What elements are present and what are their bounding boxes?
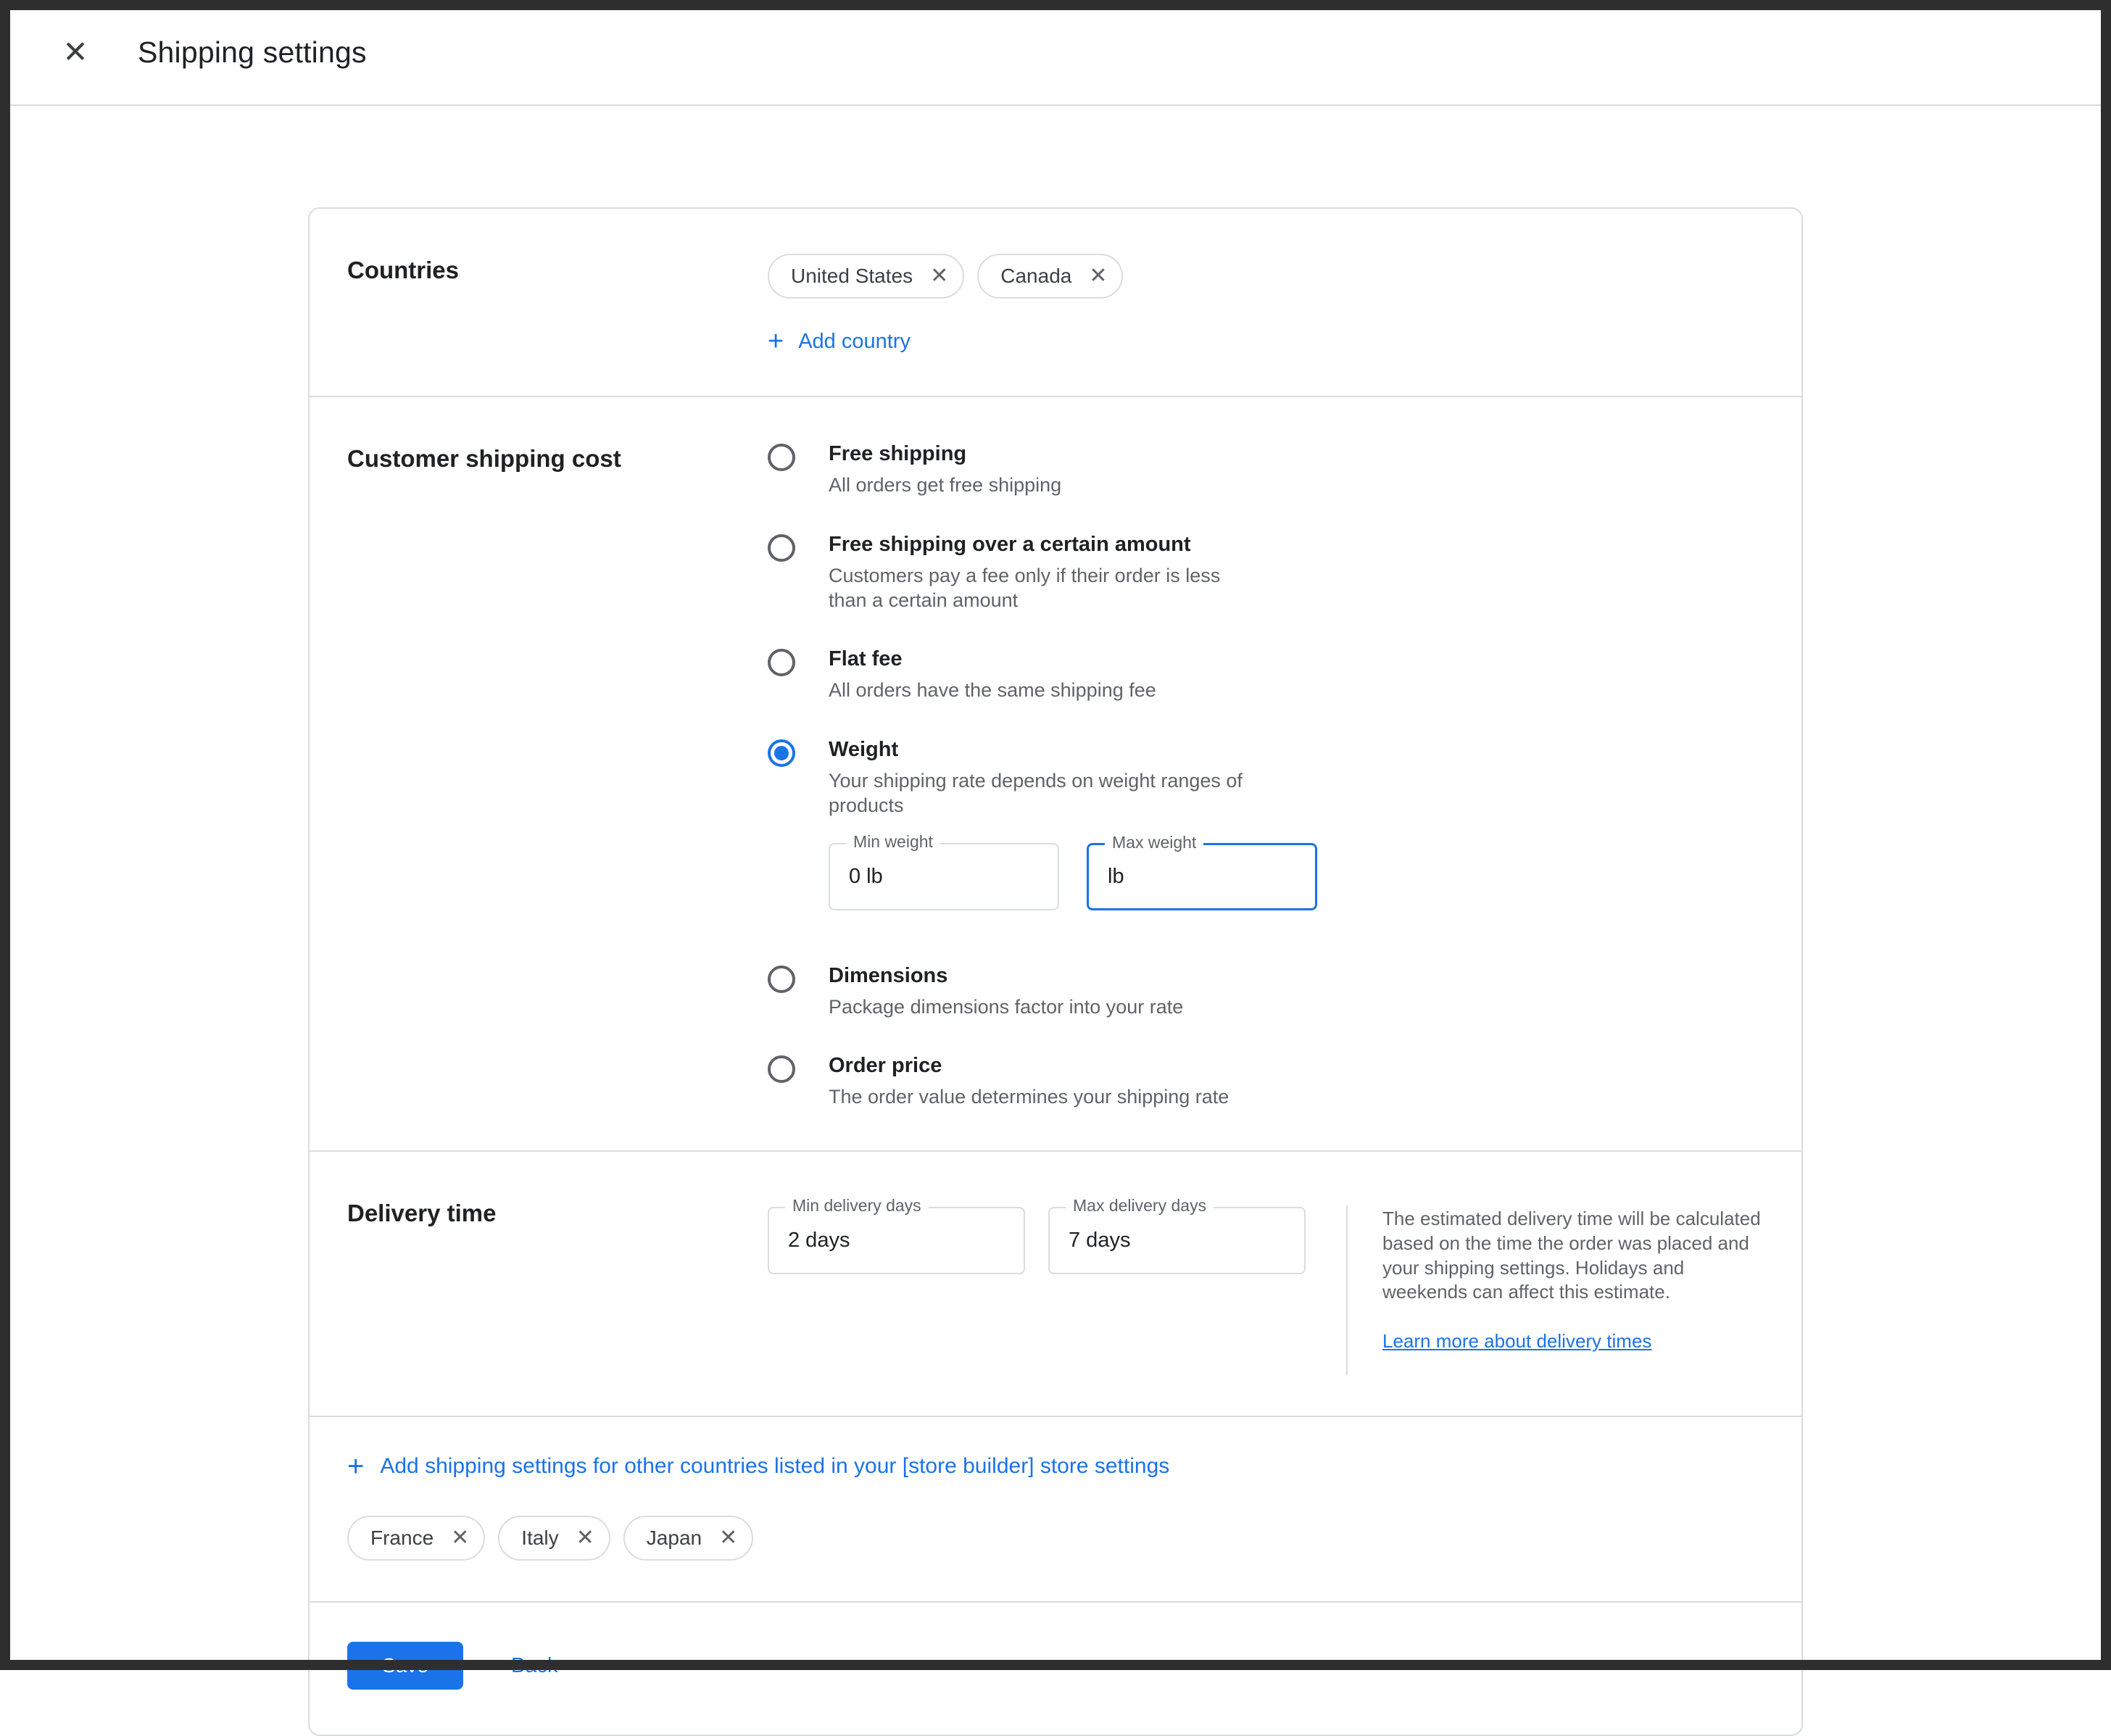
option-order-price: Order price The order value determines y… bbox=[768, 1054, 1764, 1110]
countries-chip-row: United States ✕ Canada ✕ bbox=[768, 254, 1764, 299]
add-country-label: Add country bbox=[798, 330, 911, 354]
footer-section: Save Back bbox=[310, 1601, 1801, 1735]
remove-country-icon[interactable]: ✕ bbox=[719, 1527, 737, 1549]
radio-free-shipping[interactable] bbox=[768, 444, 795, 471]
save-button[interactable]: Save bbox=[347, 1642, 463, 1690]
back-button[interactable]: Back bbox=[511, 1654, 557, 1678]
page-title: Shipping settings bbox=[138, 36, 367, 70]
plus-icon: + bbox=[768, 328, 784, 355]
min-delivery-days-label: Min delivery days bbox=[785, 1196, 929, 1216]
max-weight-input[interactable] bbox=[1089, 845, 1315, 908]
weight-fields-row: Min weight Max weight bbox=[829, 843, 1317, 910]
country-chip-italy[interactable]: Italy ✕ bbox=[498, 1516, 610, 1561]
shipping-settings-card: Countries United States ✕ Canada ✕ + Add… bbox=[308, 207, 1803, 1736]
remove-country-icon[interactable]: ✕ bbox=[451, 1527, 469, 1549]
option-desc: Your shipping rate depends on weight ran… bbox=[829, 769, 1264, 818]
option-title: Weight bbox=[829, 738, 1317, 762]
radio-order-price[interactable] bbox=[768, 1055, 795, 1083]
add-other-countries-button[interactable]: + Add shipping settings for other countr… bbox=[347, 1452, 1169, 1481]
remove-country-icon[interactable]: ✕ bbox=[1089, 265, 1107, 287]
max-delivery-days-label: Max delivery days bbox=[1066, 1196, 1214, 1216]
radio-flat-fee[interactable] bbox=[768, 649, 795, 676]
min-weight-input[interactable] bbox=[830, 844, 1058, 909]
chip-label: France bbox=[370, 1527, 434, 1550]
remove-country-icon[interactable]: ✕ bbox=[576, 1527, 594, 1549]
option-title: Flat fee bbox=[829, 647, 1156, 671]
delivery-info: The estimated delivery time will be calc… bbox=[1382, 1207, 1774, 1354]
option-dimensions: Dimensions Package dimensions factor int… bbox=[768, 964, 1764, 1020]
shipping-cost-label: Customer shipping cost bbox=[347, 442, 768, 1110]
max-delivery-days-input[interactable] bbox=[1050, 1208, 1304, 1273]
country-chip-canada[interactable]: Canada ✕ bbox=[977, 254, 1123, 299]
shipping-cost-section: Customer shipping cost Free shipping All… bbox=[310, 396, 1801, 1150]
max-weight-label: Max weight bbox=[1105, 833, 1203, 852]
min-weight-label: Min weight bbox=[846, 832, 940, 852]
country-chip-france[interactable]: France ✕ bbox=[347, 1516, 485, 1561]
max-weight-field: Max weight bbox=[1087, 843, 1317, 910]
max-delivery-days-field: Max delivery days bbox=[1048, 1207, 1306, 1274]
option-title: Free shipping bbox=[829, 442, 1061, 466]
option-desc: All orders get free shipping bbox=[829, 473, 1061, 498]
countries-label: Countries bbox=[347, 254, 768, 355]
learn-more-link[interactable]: Learn more about delivery times bbox=[1382, 1329, 1651, 1354]
other-countries-section: + Add shipping settings for other countr… bbox=[310, 1416, 1801, 1601]
min-delivery-days-field: Min delivery days bbox=[768, 1207, 1025, 1274]
delivery-fields-row: Min delivery days Max delivery days bbox=[768, 1207, 1306, 1274]
add-country-button[interactable]: + Add country bbox=[768, 328, 911, 355]
delivery-info-text: The estimated delivery time will be calc… bbox=[1382, 1208, 1761, 1303]
option-title: Dimensions bbox=[829, 964, 1183, 988]
plus-icon: + bbox=[347, 1452, 364, 1481]
top-bar: ✕ Shipping settings bbox=[0, 0, 2111, 106]
chip-label: Canada bbox=[1000, 265, 1071, 288]
country-chip-japan[interactable]: Japan ✕ bbox=[623, 1516, 753, 1561]
option-free-shipping: Free shipping All orders get free shippi… bbox=[768, 442, 1764, 498]
countries-section: Countries United States ✕ Canada ✕ + Add… bbox=[310, 209, 1801, 396]
option-desc: Customers pay a fee only if their order … bbox=[829, 564, 1264, 613]
remove-country-icon[interactable]: ✕ bbox=[930, 265, 948, 287]
radio-free-over-amount[interactable] bbox=[768, 534, 795, 562]
option-weight: Weight Your shipping rate depends on wei… bbox=[768, 738, 1764, 929]
option-title: Order price bbox=[829, 1054, 1229, 1078]
option-desc: All orders have the same shipping fee bbox=[829, 678, 1156, 703]
delivery-time-section: Delivery time Min delivery days Max deli… bbox=[310, 1150, 1801, 1416]
delivery-time-label: Delivery time bbox=[347, 1197, 768, 1375]
vertical-divider bbox=[1346, 1205, 1348, 1375]
min-delivery-days-input[interactable] bbox=[769, 1208, 1024, 1273]
option-desc: Package dimensions factor into your rate bbox=[829, 995, 1183, 1020]
min-weight-field: Min weight bbox=[829, 843, 1059, 910]
chip-label: Italy bbox=[521, 1527, 558, 1550]
radio-dimensions[interactable] bbox=[768, 965, 795, 993]
other-countries-chip-row: France ✕ Italy ✕ Japan ✕ bbox=[347, 1516, 1764, 1561]
option-free-over-amount: Free shipping over a certain amount Cust… bbox=[768, 533, 1764, 613]
chip-label: Japan bbox=[647, 1527, 702, 1550]
close-icon[interactable]: ✕ bbox=[55, 32, 96, 72]
option-desc: The order value determines your shipping… bbox=[829, 1085, 1229, 1110]
chip-label: United States bbox=[791, 265, 913, 288]
radio-weight[interactable] bbox=[768, 739, 795, 767]
country-chip-united-states[interactable]: United States ✕ bbox=[768, 254, 964, 299]
add-other-countries-label: Add shipping settings for other countrie… bbox=[380, 1454, 1169, 1479]
option-title: Free shipping over a certain amount bbox=[829, 533, 1264, 557]
option-flat-fee: Flat fee All orders have the same shippi… bbox=[768, 647, 1764, 703]
